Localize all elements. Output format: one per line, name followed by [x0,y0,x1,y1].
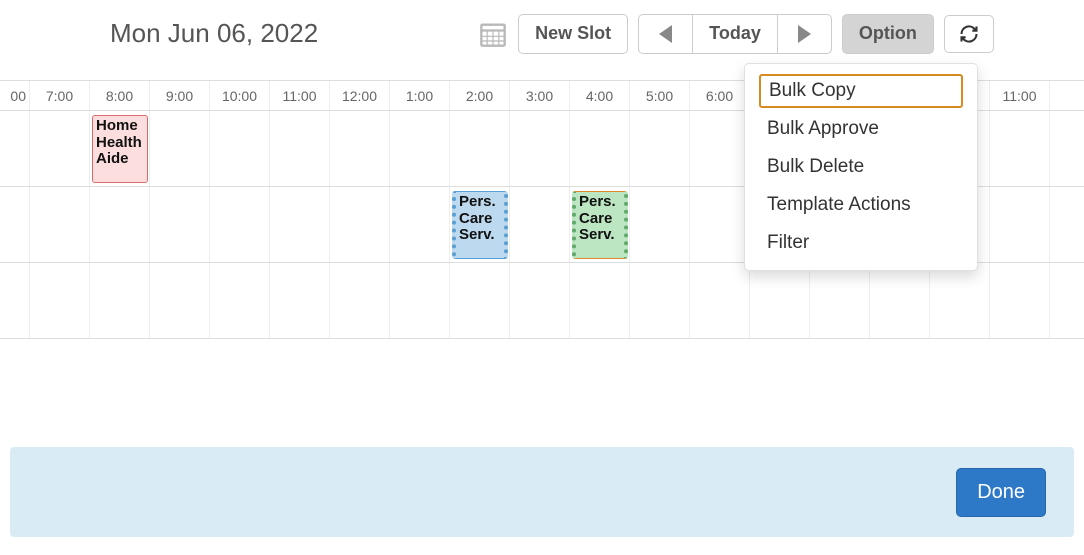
calendar-row[interactable] [0,263,1084,339]
date-title: Mon Jun 06, 2022 [110,18,318,49]
prev-button[interactable] [638,14,693,54]
refresh-icon [959,24,979,44]
triangle-left-icon [659,25,672,43]
calendar-icon[interactable] [478,20,508,48]
time-label: 1:00 [390,81,450,110]
time-label: 00 [0,81,30,110]
option-dropdown: Bulk Copy Bulk Approve Bulk Delete Templ… [744,63,978,271]
time-label: 8:00 [90,81,150,110]
time-label: 4:00 [570,81,630,110]
dropdown-bulk-approve[interactable]: Bulk Approve [745,110,977,148]
time-label: 6:00 [690,81,750,110]
triangle-right-icon [798,25,811,43]
time-label: 7:00 [30,81,90,110]
event-personal-care-1[interactable]: Pers. Care Serv. [452,191,508,259]
dropdown-filter[interactable]: Filter [745,224,977,262]
done-button[interactable]: Done [956,468,1046,517]
time-label: 11:00 [990,81,1050,110]
time-label: 2:00 [450,81,510,110]
time-label: 12:00 [330,81,390,110]
next-button[interactable] [777,14,832,54]
option-button[interactable]: Option [842,14,934,54]
dropdown-template-actions[interactable]: Template Actions [745,186,977,224]
nav-group: Today [638,14,832,54]
toolbar: Mon Jun 06, 2022 New Slot Today Option [0,0,1084,68]
dropdown-bulk-copy[interactable]: Bulk Copy [759,74,963,108]
new-slot-button[interactable]: New Slot [518,14,628,54]
event-personal-care-2[interactable]: Pers. Care Serv. [572,191,628,259]
time-label: 5:00 [630,81,690,110]
event-home-health-aide[interactable]: Home Health Aide [92,115,148,183]
refresh-button[interactable] [944,15,994,53]
time-label: 11:00 [270,81,330,110]
time-label: 9:00 [150,81,210,110]
footer-bar: Done [10,447,1074,537]
today-button[interactable]: Today [692,14,778,54]
dropdown-bulk-delete[interactable]: Bulk Delete [745,148,977,186]
time-label: 3:00 [510,81,570,110]
time-label: 10:00 [210,81,270,110]
